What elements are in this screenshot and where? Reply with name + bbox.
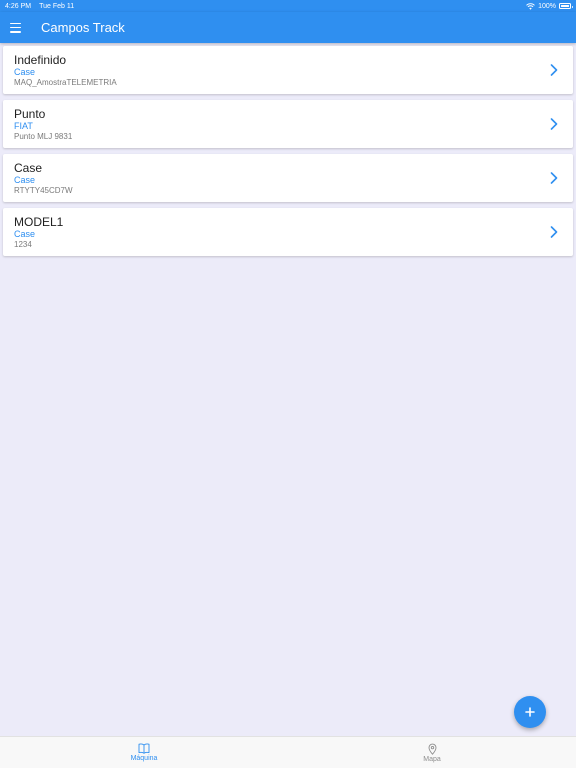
machine-brand: FIAT (14, 121, 33, 131)
status-bar: 4:26 PM Tue Feb 11 100% (0, 0, 576, 12)
machine-model: RTYTY45CD7W (14, 186, 73, 195)
plus-icon (525, 707, 535, 717)
status-time: 4:26 PM (5, 2, 32, 10)
battery-percent: 100% (538, 2, 556, 10)
chevron-right-icon (550, 172, 558, 184)
list-item-machine[interactable]: MODEL1 Case 1234 (3, 208, 573, 256)
tab-mapa[interactable]: Mapa (288, 737, 576, 768)
add-machine-button[interactable] (514, 696, 546, 728)
machine-name: Case (14, 161, 43, 175)
machine-brand: Case (14, 175, 36, 185)
chevron-right-icon (550, 64, 558, 76)
chevron-right-icon (550, 118, 558, 130)
machine-name: Indefinido (14, 53, 67, 67)
status-date: Tue Feb 11 (39, 2, 75, 10)
bottom-tab-bar: Máquina Mapa (0, 736, 576, 768)
app-bar: Campos Track (0, 12, 576, 43)
machine-model: 1234 (14, 240, 32, 249)
list-item-machine[interactable]: Case Case RTYTY45CD7W (3, 154, 573, 202)
tab-label: Mapa (423, 755, 441, 763)
machine-model: MAQ_AmostraTELEMETRIA (14, 78, 117, 87)
machine-brand: Case (14, 67, 36, 77)
status-right: 100% (526, 2, 573, 10)
battery-icon (559, 3, 573, 9)
machine-model: Punto MLJ 9831 (14, 132, 73, 141)
machine-brand: Case (14, 229, 36, 239)
map-pin-icon (428, 743, 436, 755)
book-icon (138, 743, 150, 754)
wifi-icon (526, 2, 535, 10)
chevron-right-icon (550, 226, 558, 238)
tab-maquina[interactable]: Máquina (0, 737, 288, 768)
tab-label: Máquina (130, 755, 158, 762)
hamburger-menu-icon[interactable] (10, 22, 30, 34)
page-title: Campos Track (41, 20, 125, 35)
list-item-machine[interactable]: Punto FIAT Punto MLJ 9831 (3, 100, 573, 148)
machine-name: MODEL1 (14, 215, 64, 229)
machine-list: Indefinido Case MAQ_AmostraTELEMETRIA Pu… (3, 46, 573, 262)
list-item-machine[interactable]: Indefinido Case MAQ_AmostraTELEMETRIA (3, 46, 573, 94)
machine-name: Punto (14, 107, 46, 121)
